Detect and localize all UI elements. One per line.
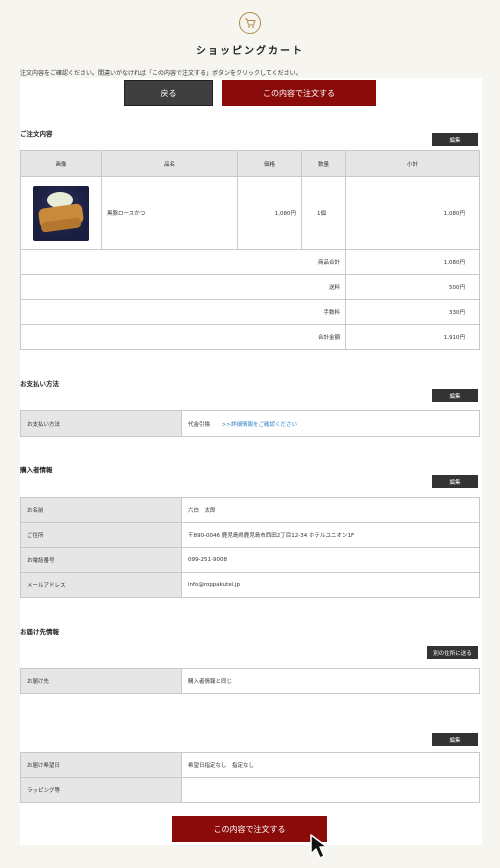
buyer-address-value: 〒890-0046 鹿児島県鹿児島市西田2丁目12-34 ホテルユニオン1F	[181, 522, 480, 548]
buyer-table: お名前 六白 太郎 ご住所 〒890-0046 鹿児島県鹿児島市西田2丁目12-…	[20, 497, 480, 598]
instruction-text: 注文内容をご確認ください。間違いがなければ「この内容で注文する」ボタンをクリック…	[20, 70, 302, 77]
place-order-button-top[interactable]: この内容で注文する	[222, 80, 376, 106]
payment-value: 代金引換	[188, 421, 211, 428]
delivery-label: お届け先	[20, 668, 182, 694]
table-row: お名前 六白 太郎	[20, 497, 480, 523]
buyer-phone-label: お電話番号	[20, 547, 182, 573]
order-table: 画像 品名 価格 数量 小計 黒豚ロースかつ 1,080円 1個 1,080円 …	[20, 150, 480, 350]
edit-order-button[interactable]: 編集	[432, 133, 478, 146]
delivery-table: お届け先 購入者情報と同じ	[20, 668, 480, 694]
table-row: 黒豚ロースかつ 1,080円 1個 1,080円	[20, 176, 480, 250]
table-row: 送料 500円	[20, 274, 480, 300]
item-price: 1,080円	[237, 176, 302, 250]
buyer-name-value: 六白 太郎	[181, 497, 480, 523]
place-order-button-bottom[interactable]: この内容で注文する	[172, 816, 327, 842]
buyer-name-label: お名前	[20, 497, 182, 523]
total-value-items: 1,080円	[345, 249, 480, 275]
wrapping-label: ラッピング等	[20, 777, 182, 803]
total-label-fee: 手数料	[20, 299, 346, 325]
table-row: お電話番号 099-251-9008	[20, 547, 480, 573]
cursor-icon	[310, 834, 328, 859]
total-value-shipping: 500円	[345, 274, 480, 300]
col-header-price: 価格	[237, 150, 302, 177]
buyer-section-title: 購入者情報	[20, 466, 53, 474]
total-value-fee: 330円	[345, 299, 480, 325]
total-label-shipping: 送料	[20, 274, 346, 300]
item-name: 黒豚ロースかつ	[101, 176, 238, 250]
table-row: お支払い方法 代金引換 >>詳細情報をご確認ください	[20, 410, 480, 437]
item-image-cell	[20, 176, 102, 250]
payment-section-title: お支払い方法	[20, 380, 59, 388]
payment-label: お支払い方法	[20, 410, 182, 437]
col-header-image: 画像	[20, 150, 102, 177]
item-qty: 1個	[301, 176, 346, 250]
payment-details-link[interactable]: >>詳細情報をご確認ください	[222, 422, 297, 428]
table-row: ご住所 〒890-0046 鹿児島県鹿児島市西田2丁目12-34 ホテルユニオン…	[20, 522, 480, 548]
col-header-subtotal: 小計	[345, 150, 480, 177]
table-row: メールアドレス info@roppakutei.jp	[20, 572, 480, 598]
back-button[interactable]: 戻る	[124, 80, 213, 106]
item-image[interactable]	[33, 185, 89, 241]
delivery-date-value: 希望日指定なし 指定なし	[181, 752, 480, 778]
total-label-grand: 合計金額	[20, 324, 346, 350]
table-row: ラッピング等	[20, 777, 480, 803]
payment-table: お支払い方法 代金引換 >>詳細情報をご確認ください	[20, 410, 480, 437]
col-header-name: 品名	[101, 150, 238, 177]
delivery-options-table: お届け希望日 希望日指定なし 指定なし ラッピング等	[20, 752, 480, 803]
wrapping-value	[181, 777, 480, 803]
table-row: お届け希望日 希望日指定なし 指定なし	[20, 752, 480, 778]
table-row: お届け先 購入者情報と同じ	[20, 668, 480, 694]
total-label-items: 商品合計	[20, 249, 346, 275]
buyer-email-label: メールアドレス	[20, 572, 182, 598]
edit-delivery-options-button[interactable]: 編集	[432, 733, 478, 746]
page-title: ショッピングカート	[196, 46, 304, 57]
edit-buyer-button[interactable]: 編集	[432, 475, 478, 488]
send-to-other-address-button[interactable]: 別の住所に送る	[427, 646, 478, 659]
buyer-email-value: info@roppakutei.jp	[181, 572, 480, 598]
delivery-date-label: お届け希望日	[20, 752, 182, 778]
payment-value-cell: 代金引換 >>詳細情報をご確認ください	[181, 410, 480, 437]
table-row: 手数料 330円	[20, 299, 480, 325]
edit-payment-button[interactable]: 編集	[432, 389, 478, 402]
total-value-grand: 1,910円	[345, 324, 480, 350]
item-subtotal: 1,080円	[345, 176, 480, 250]
buyer-phone-value: 099-251-9008	[181, 547, 480, 573]
buyer-address-label: ご住所	[20, 522, 182, 548]
cart-icon	[239, 12, 261, 34]
table-row: 商品合計 1,080円	[20, 249, 480, 275]
delivery-value: 購入者情報と同じ	[181, 668, 480, 694]
delivery-section-title: お届け先情報	[20, 628, 59, 636]
col-header-qty: 数量	[301, 150, 346, 177]
table-row: 合計金額 1,910円	[20, 324, 480, 350]
order-section-title: ご注文内容	[20, 130, 53, 138]
